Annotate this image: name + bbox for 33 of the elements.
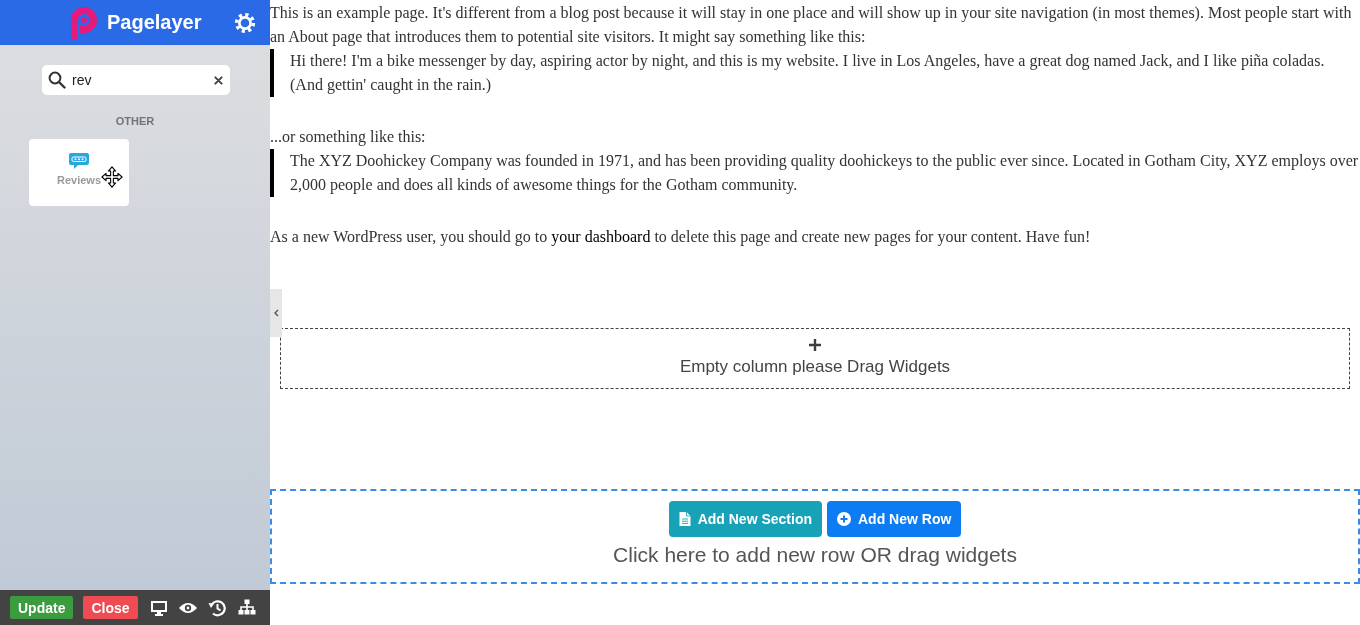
- brand-name: Pagelayer: [107, 11, 202, 34]
- add-section-button[interactable]: Add New Section: [668, 501, 822, 537]
- quote-text: Hi there! I'm a bike messenger by day, aspiring actor by night, and this is my website. I live in Los Angeles, have a great dog named Jack, and I like piña coladas. (And gettin' caught in the rain.): [270, 49, 1360, 97]
- quote-text: The XYZ Doohickey Company was founded in 1971, and has been providing quality doohickeys to the public ever since. Located in Gotham City, XYZ employs over 2,000 people and does all kinds of awesome things for the Gotham community.: [270, 149, 1360, 197]
- paragraph: As a new WordPress user, you should go to your dashboard to delete this page and create new pages for your content. Have fun!: [270, 227, 1092, 248]
- sitemap-icon[interactable]: [237, 598, 256, 617]
- speech-bubble-icon: [69, 153, 89, 169]
- empty-column-text: Empty column please Drag Widgets: [679, 357, 951, 377]
- category-label: OTHER: [115, 115, 155, 127]
- logo-icon: [68, 5, 100, 40]
- add-row-button[interactable]: Add New Row: [827, 501, 962, 537]
- dashboard-link[interactable]: your dashboard: [551, 228, 651, 245]
- plus-circle-icon: [837, 512, 851, 526]
- clear-icon[interactable]: [214, 75, 223, 85]
- history-icon[interactable]: [207, 598, 226, 617]
- widget-card[interactable]: Reviews: [29, 139, 129, 206]
- add-row-hint: Click here to add new row OR drag widgets: [613, 543, 1017, 567]
- settings-icon[interactable]: [234, 11, 256, 34]
- move-cursor-icon: [101, 166, 123, 188]
- search-field[interactable]: rev: [42, 65, 230, 95]
- file-icon: [678, 512, 691, 526]
- chevron-left-icon: [273, 309, 279, 317]
- search-icon: [48, 71, 66, 89]
- desktop-icon[interactable]: [149, 599, 168, 616]
- plus-icon: [809, 339, 821, 351]
- add-row-area[interactable]: Add New Section Add New Row Click here to add new row OR drag widgets: [270, 489, 1360, 584]
- eye-icon[interactable]: [178, 601, 197, 614]
- close-button[interactable]: Close: [83, 596, 138, 619]
- paragraph: ...or something like this:: [270, 127, 427, 148]
- widget-label: Reviews: [57, 174, 101, 186]
- empty-column[interactable]: Empty column please Drag Widgets: [280, 328, 1350, 389]
- update-button[interactable]: Update: [10, 596, 74, 619]
- paragraph: This is an example page. It's different from a blog post because it will stay in one place and will show up in your site navigation (in most themes). Most people start with an About page that introduces them to potential site visitors. It might say something like this:: [270, 3, 1353, 48]
